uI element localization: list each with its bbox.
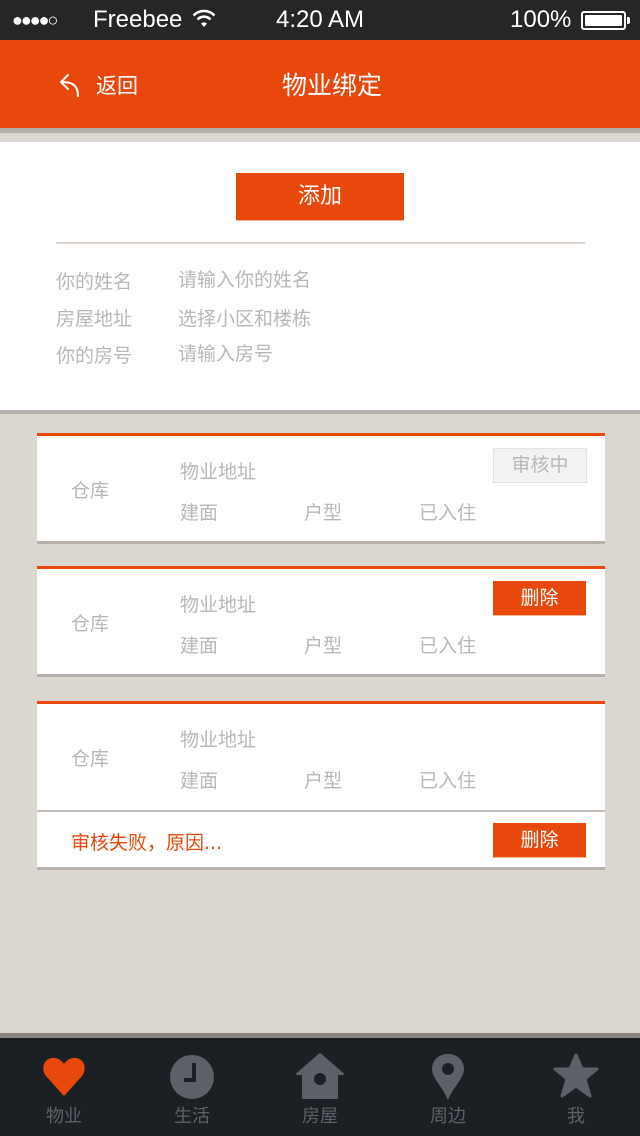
tab-property[interactable]: 物业 — [0, 1038, 128, 1136]
form-divider — [56, 242, 585, 244]
name-label: 你的姓名 — [56, 270, 133, 293]
property-name: 仓库 — [71, 480, 110, 502]
card-divider — [37, 810, 605, 812]
tab-label: 周边 — [430, 1106, 466, 1127]
tab-label: 我 — [567, 1106, 585, 1127]
property-occupancy: 已入住 — [419, 635, 477, 657]
name-row: 你的姓名 — [56, 265, 478, 295]
name-input[interactable] — [178, 269, 478, 291]
address-row: 房屋地址 选择小区和楼栋 — [56, 302, 311, 332]
delete-button[interactable]: 删除 — [493, 823, 586, 858]
tab-label: 生活 — [174, 1106, 210, 1127]
property-occupancy: 已入住 — [419, 770, 477, 792]
review-failed-message: 审核失败，原因... — [71, 832, 223, 854]
room-number-label: 你的房号 — [56, 344, 133, 367]
location-pin-icon — [432, 1054, 464, 1100]
property-address: 物业地址 — [180, 729, 257, 751]
add-button[interactable]: 添加 — [236, 173, 404, 221]
property-layout: 户型 — [304, 770, 343, 792]
property-area: 建面 — [180, 502, 219, 524]
battery-percentage: 100% — [510, 6, 572, 33]
tab-label: 房屋 — [302, 1106, 338, 1127]
status-badge-pending: 审核中 — [493, 448, 587, 483]
address-select[interactable]: 选择小区和楼栋 — [178, 304, 311, 331]
form-shadow-divider — [0, 410, 640, 414]
tab-house[interactable]: 房屋 — [256, 1038, 384, 1136]
tab-me[interactable]: 我 — [512, 1038, 640, 1136]
navigation-bar: 返回 物业绑定 — [0, 40, 640, 128]
property-card: 仓库 物业地址 建面 户型 已入住 审核中 — [37, 433, 605, 541]
property-area: 建面 — [180, 635, 219, 657]
property-layout: 户型 — [304, 635, 343, 657]
property-occupancy: 已入住 — [419, 502, 477, 524]
room-number-row: 你的房号 — [56, 339, 478, 369]
property-address: 物业地址 — [180, 461, 257, 483]
property-name: 仓库 — [71, 748, 110, 770]
property-address: 物业地址 — [180, 594, 257, 616]
property-layout: 户型 — [304, 502, 343, 524]
battery-tip — [627, 17, 630, 24]
heart-icon — [43, 1057, 85, 1096]
add-binding-form: 添加 你的姓名 房屋地址 选择小区和楼栋 你的房号 — [0, 142, 640, 410]
tab-bar: 物业 生活 房屋 周边 我 — [0, 1038, 640, 1136]
tab-label: 物业 — [46, 1106, 82, 1127]
property-name: 仓库 — [71, 613, 110, 635]
room-number-input[interactable] — [178, 343, 478, 365]
tab-nearby[interactable]: 周边 — [384, 1038, 512, 1136]
property-card: 仓库 物业地址 建面 户型 已入住 审核失败，原因... 删除 — [37, 701, 605, 867]
status-bar: ●●●●○ Freebee 4:20 AM 100% — [0, 0, 640, 40]
property-area: 建面 — [180, 770, 219, 792]
clock-icon — [170, 1055, 214, 1099]
property-card: 仓库 物业地址 建面 户型 已入住 删除 — [37, 566, 605, 674]
nav-shadow-divider — [0, 128, 640, 133]
address-label: 房屋地址 — [56, 307, 133, 330]
delete-button[interactable]: 删除 — [493, 581, 586, 616]
battery-icon — [581, 11, 626, 30]
house-icon — [296, 1053, 344, 1099]
star-icon — [553, 1053, 599, 1098]
tab-life[interactable]: 生活 — [128, 1038, 256, 1136]
page-title: 物业绑定 — [281, 71, 382, 100]
